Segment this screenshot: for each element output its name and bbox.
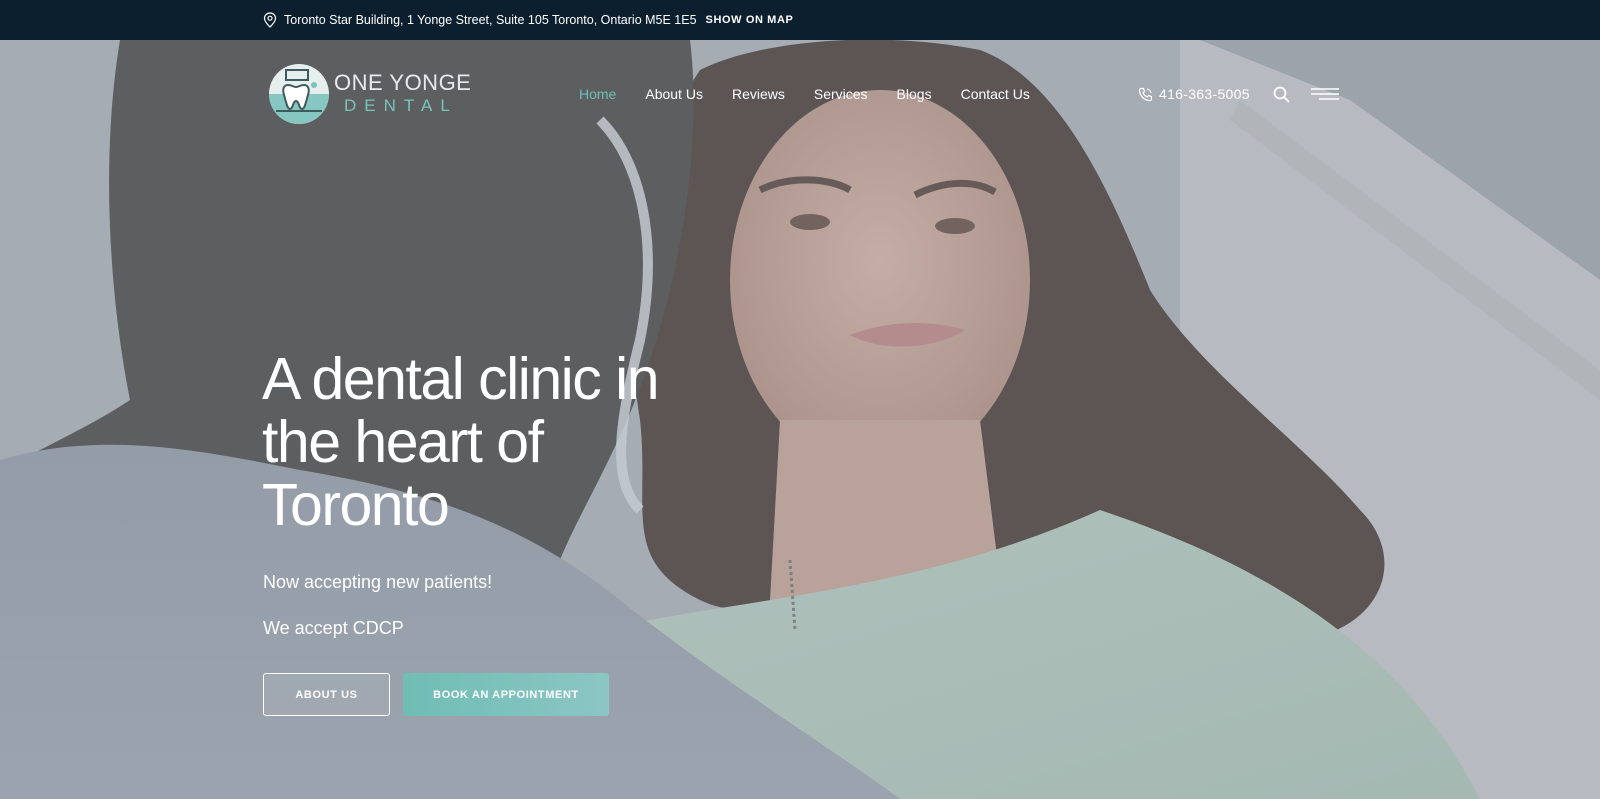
phone-link[interactable]: 416-363-5005 xyxy=(1138,86,1250,102)
site-logo[interactable]: ONE YONGE DENTAL xyxy=(268,63,471,125)
hero-title: A dental clinic in the heart of Toronto xyxy=(262,346,660,538)
tooth-logo-icon xyxy=(268,63,330,125)
main-nav: Home About Us Reviews Services Blogs Con… xyxy=(579,86,1059,102)
nav-reviews[interactable]: Reviews xyxy=(732,86,785,102)
nav-contact-us[interactable]: Contact Us xyxy=(961,86,1030,102)
about-us-button[interactable]: ABOUT US xyxy=(263,673,390,716)
nav-blogs[interactable]: Blogs xyxy=(897,86,932,102)
nav-home[interactable]: Home xyxy=(579,86,616,102)
logo-text-dental: DENTAL xyxy=(344,96,458,115)
phone-number: 416-363-5005 xyxy=(1159,86,1250,102)
hero-cdcp-text: We accept CDCP xyxy=(263,618,404,638)
hero-new-patients-text: Now accepting new patients! xyxy=(263,572,493,592)
search-icon[interactable] xyxy=(1273,86,1290,103)
logo-text-one-yonge: ONE YONGE xyxy=(334,70,472,95)
top-info-bar: Toronto Star Building, 1 Yonge Street, S… xyxy=(0,0,1600,40)
clinic-address: Toronto Star Building, 1 Yonge Street, S… xyxy=(284,13,697,27)
hero-background xyxy=(0,40,1600,799)
site-header: ONE YONGE DENTAL Home About Us Reviews S… xyxy=(0,40,1600,150)
location-pin-icon xyxy=(263,12,277,28)
phone-icon xyxy=(1138,87,1153,102)
hero-photo xyxy=(0,40,1600,799)
nav-about-us[interactable]: About Us xyxy=(645,86,703,102)
nav-services[interactable]: Services xyxy=(814,86,868,102)
hamburger-menu-icon[interactable] xyxy=(1311,87,1339,103)
book-appointment-button[interactable]: BOOK AN APPOINTMENT xyxy=(403,673,609,716)
show-on-map-link[interactable]: SHOW ON MAP xyxy=(706,14,794,26)
